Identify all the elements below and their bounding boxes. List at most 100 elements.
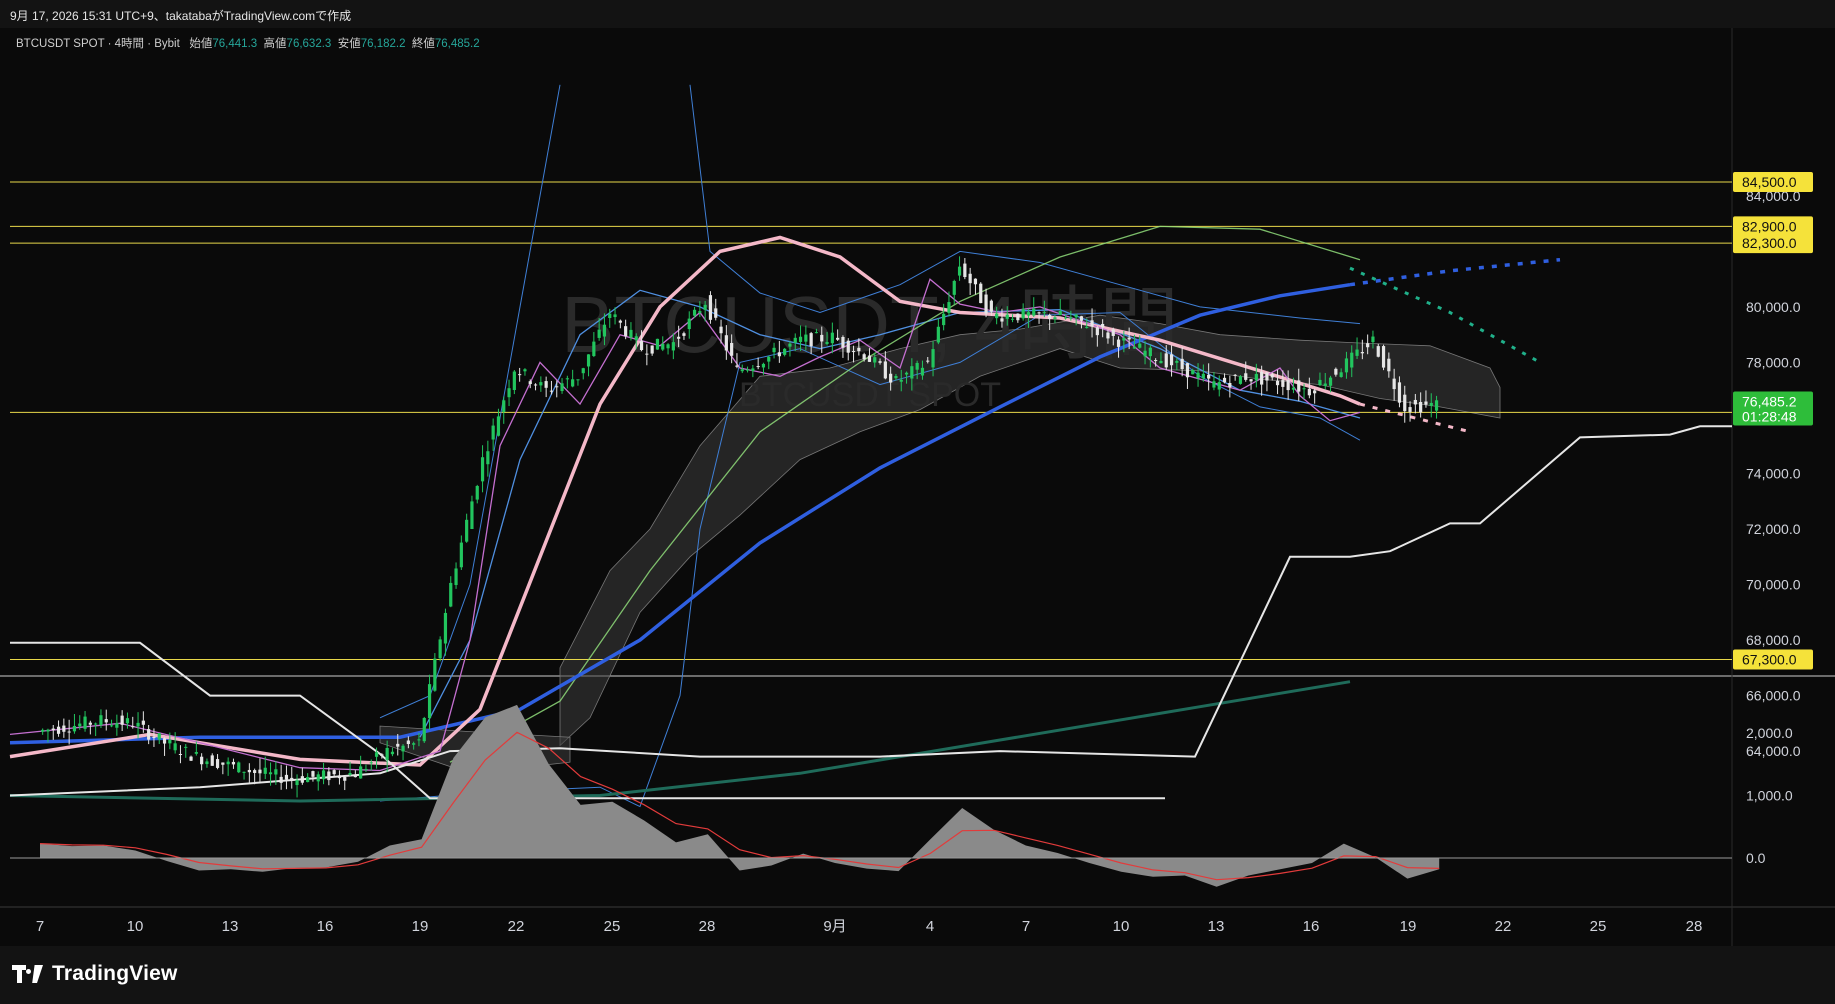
candle-body xyxy=(1175,360,1179,363)
candle-body xyxy=(666,344,670,349)
candle-body xyxy=(1005,314,1009,319)
candle-body xyxy=(1032,308,1036,316)
candle-body xyxy=(1350,352,1354,368)
candle-body xyxy=(1228,383,1232,388)
candle-body xyxy=(1323,383,1327,386)
ichimoku-cloud-shape xyxy=(559,314,1501,747)
x-tick-label: 28 xyxy=(699,918,716,935)
candle-body xyxy=(475,485,479,500)
candle-body xyxy=(708,295,713,320)
candle-body xyxy=(1392,378,1396,390)
candle-body xyxy=(851,351,856,353)
level-badge-label: 84,500.0 xyxy=(1742,174,1797,190)
candle-body xyxy=(814,332,819,334)
candle-body xyxy=(88,722,92,725)
candle-body xyxy=(41,729,45,732)
candle-body xyxy=(231,761,236,765)
x-tick-label: 16 xyxy=(1303,918,1320,935)
candle-body xyxy=(221,762,225,765)
candle-body xyxy=(586,354,591,367)
candle-body xyxy=(772,347,776,353)
candle-body xyxy=(798,336,803,342)
candle-body xyxy=(1381,346,1386,368)
candle-body xyxy=(682,333,686,336)
candle-body xyxy=(1217,382,1221,390)
candle-body xyxy=(279,776,283,783)
candle-body xyxy=(454,568,458,586)
candle-body xyxy=(719,326,723,334)
y-tick-label: 68,000.0 xyxy=(1746,632,1801,648)
candle-body xyxy=(205,761,209,765)
candle-body xyxy=(78,723,82,727)
candle-body xyxy=(380,754,384,757)
candle-body xyxy=(565,378,569,380)
candle-body xyxy=(46,729,50,732)
candle-body xyxy=(115,723,119,728)
candle-body xyxy=(995,313,999,319)
candle-body xyxy=(910,366,914,379)
candle-body xyxy=(671,342,675,351)
x-tick-label: 28 xyxy=(1686,918,1703,935)
candle-body xyxy=(1307,388,1311,396)
price-chart-svg[interactable]: BTCUSDT, 4時間 BTCUSDT SPOT 64,000.066,000… xyxy=(0,28,1835,946)
x-tick-label: 16 xyxy=(317,918,334,935)
candle-body xyxy=(1419,401,1423,413)
candle-body xyxy=(608,313,612,319)
candle-body xyxy=(1302,388,1306,390)
candle-body xyxy=(459,542,463,568)
candle-body xyxy=(502,400,506,412)
candle-body xyxy=(1434,400,1439,411)
candle-body xyxy=(894,376,898,379)
candle-body xyxy=(422,717,426,742)
candle-body xyxy=(533,384,538,386)
candle-body xyxy=(1053,317,1057,320)
candle-body xyxy=(443,612,448,644)
candle-body xyxy=(1201,373,1205,379)
candle-body xyxy=(263,767,267,774)
candle-body xyxy=(1095,327,1099,336)
candle-body xyxy=(624,326,628,337)
x-tick-label: 13 xyxy=(222,918,239,935)
candle-body xyxy=(942,313,946,326)
ohlc-legend[interactable]: BTCUSDT SPOT · 4時間 · Bybit 始値76,441.3 高値… xyxy=(16,35,480,51)
candle-body xyxy=(215,759,220,768)
candle-body xyxy=(751,368,755,372)
candle-body xyxy=(1048,314,1052,320)
candle-body xyxy=(788,343,792,347)
candle-body xyxy=(1265,372,1269,381)
candle-body xyxy=(830,332,834,344)
candle-body xyxy=(1212,381,1216,388)
candle-body xyxy=(899,379,903,382)
candle-body xyxy=(1090,320,1094,327)
level-badge-label: 67,300.0 xyxy=(1742,651,1797,667)
candle-body xyxy=(438,639,442,659)
candle-body xyxy=(109,725,114,727)
footer-bar xyxy=(0,946,1835,1004)
candle-body xyxy=(359,766,363,779)
legend-open-label: 始値 xyxy=(189,38,213,50)
candle-body xyxy=(984,294,988,314)
candle-body xyxy=(210,755,214,766)
candle-body xyxy=(417,739,421,741)
candle-body xyxy=(343,777,347,781)
candle-body xyxy=(242,771,246,773)
candle-body xyxy=(761,363,766,368)
chart-area[interactable]: BTCUSDT, 4時間 BTCUSDT SPOT 64,000.0 66,000… xyxy=(0,28,1835,946)
candle-body xyxy=(1111,329,1115,336)
candle-body xyxy=(714,308,718,318)
candle-body xyxy=(173,743,177,751)
candle-body xyxy=(804,334,808,342)
candle-body xyxy=(820,334,824,342)
tradingview-logo[interactable]: TradingView xyxy=(12,962,178,986)
candle-body xyxy=(1233,374,1237,376)
candle-body xyxy=(348,773,352,775)
candle-body xyxy=(406,740,410,745)
candle-body xyxy=(268,772,273,775)
price-axis: 64,000.0 66,000.0 68,000.0 70,000.0 72,000.0… xyxy=(1733,172,1813,866)
candle-body xyxy=(290,777,294,780)
oscillator-pane xyxy=(10,704,1732,887)
candle-body xyxy=(1164,353,1168,368)
candle-body xyxy=(1281,380,1285,387)
level-badge-label: 82,900.0 xyxy=(1742,218,1797,234)
candle-body xyxy=(327,771,331,781)
